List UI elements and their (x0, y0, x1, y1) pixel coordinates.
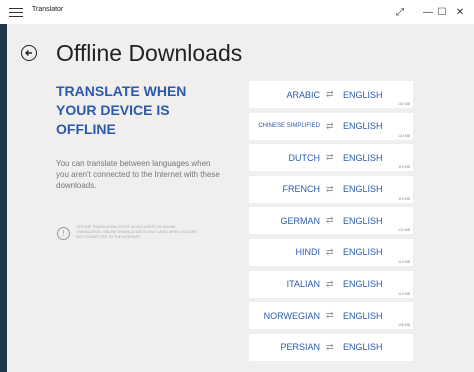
pack-size: 108 MB (397, 323, 410, 328)
headline: TRANSLATE WHEN YOUR DEVICE IS OFFLINE (56, 83, 187, 137)
page-title: Offline Downloads (56, 40, 243, 66)
target-language: ENGLISH (343, 184, 383, 195)
language-pack-item[interactable]: CHINESE SIMPLIFIED ⇄ ENGLISH 143 MB (249, 112, 413, 140)
pack-size: 143 MB (397, 133, 410, 138)
language-pack-item[interactable]: NORWEGIAN ⇄ ENGLISH 108 MB (249, 302, 413, 330)
desktop-strip (0, 24, 7, 372)
target-language: ENGLISH (343, 215, 383, 226)
target-language: ENGLISH (343, 121, 383, 132)
swap-icon: ⇄ (326, 310, 334, 321)
target-language: ENGLISH (343, 247, 383, 258)
target-language: ENGLISH (343, 152, 383, 163)
language-pack-item[interactable]: HINDI ⇄ ENGLISH 110 MB (249, 238, 413, 266)
pack-size: 102 MB (397, 102, 410, 106)
warning-icon: ! (57, 227, 70, 240)
target-language: ENGLISH (343, 342, 383, 353)
source-language: CHINESE SIMPLIFIED (258, 122, 320, 129)
pack-size: 118 MB (398, 196, 410, 201)
app-title: Translator (32, 6, 64, 13)
back-button[interactable] (21, 45, 37, 61)
close-button[interactable]: ✕ (446, 0, 474, 24)
source-language: FRENCH (282, 184, 321, 195)
source-language: HINDI (295, 247, 321, 258)
target-language: ENGLISH (343, 279, 383, 290)
swap-icon: ⇄ (326, 152, 334, 163)
language-pack-item[interactable]: FRENCH ⇄ ENGLISH 118 MB (249, 175, 413, 203)
swap-icon: ⇄ (326, 278, 334, 289)
swap-icon: ⇄ (326, 120, 334, 131)
language-pack-item[interactable]: ITALIAN ⇄ ENGLISH 115 MB (249, 270, 413, 298)
hamburger-menu-icon[interactable] (9, 5, 23, 19)
offline-note: Offline translation is not as accurate a… (76, 225, 197, 239)
swap-icon: ⇄ (326, 341, 334, 352)
swap-icon: ⇄ (326, 215, 334, 226)
pack-size: 110 MB (398, 259, 410, 264)
pack-size: 115 MB (398, 291, 410, 296)
pack-size: 122 MB (397, 228, 410, 233)
target-language: ENGLISH (343, 89, 383, 100)
language-pack-item[interactable]: DUTCH ⇄ ENGLISH 116 MB (249, 144, 413, 172)
target-language: ENGLISH (343, 310, 383, 321)
download-list: ARABIC ⇄ ENGLISH 102 MB CHINESE SIMPLIFI… (249, 81, 413, 365)
arrow-left-icon (25, 50, 32, 56)
source-language: DUTCH (288, 152, 321, 163)
title-bar: Translator ⤢ — ☐ ✕ (0, 0, 474, 24)
swap-icon: ⇄ (326, 246, 334, 257)
fullscreen-button[interactable]: ⤢ (386, 0, 414, 24)
description: You can translate between languages when… (56, 159, 220, 190)
source-language: ITALIAN (286, 279, 320, 290)
language-pack-item[interactable]: ARABIC ⇄ ENGLISH 102 MB (249, 81, 413, 108)
source-language: NORWEGIAN (263, 310, 320, 321)
pack-size: 116 MB (398, 165, 410, 170)
source-language: GERMAN (280, 215, 320, 226)
language-pack-item[interactable]: GERMAN ⇄ ENGLISH 122 MB (249, 207, 413, 235)
source-language: ARABIC (286, 89, 320, 100)
language-pack-item[interactable]: PERSIAN ⇄ ENGLISH (249, 333, 413, 361)
swap-icon: ⇄ (326, 183, 334, 194)
source-language: PERSIAN (280, 342, 320, 353)
swap-icon: ⇄ (326, 89, 334, 99)
